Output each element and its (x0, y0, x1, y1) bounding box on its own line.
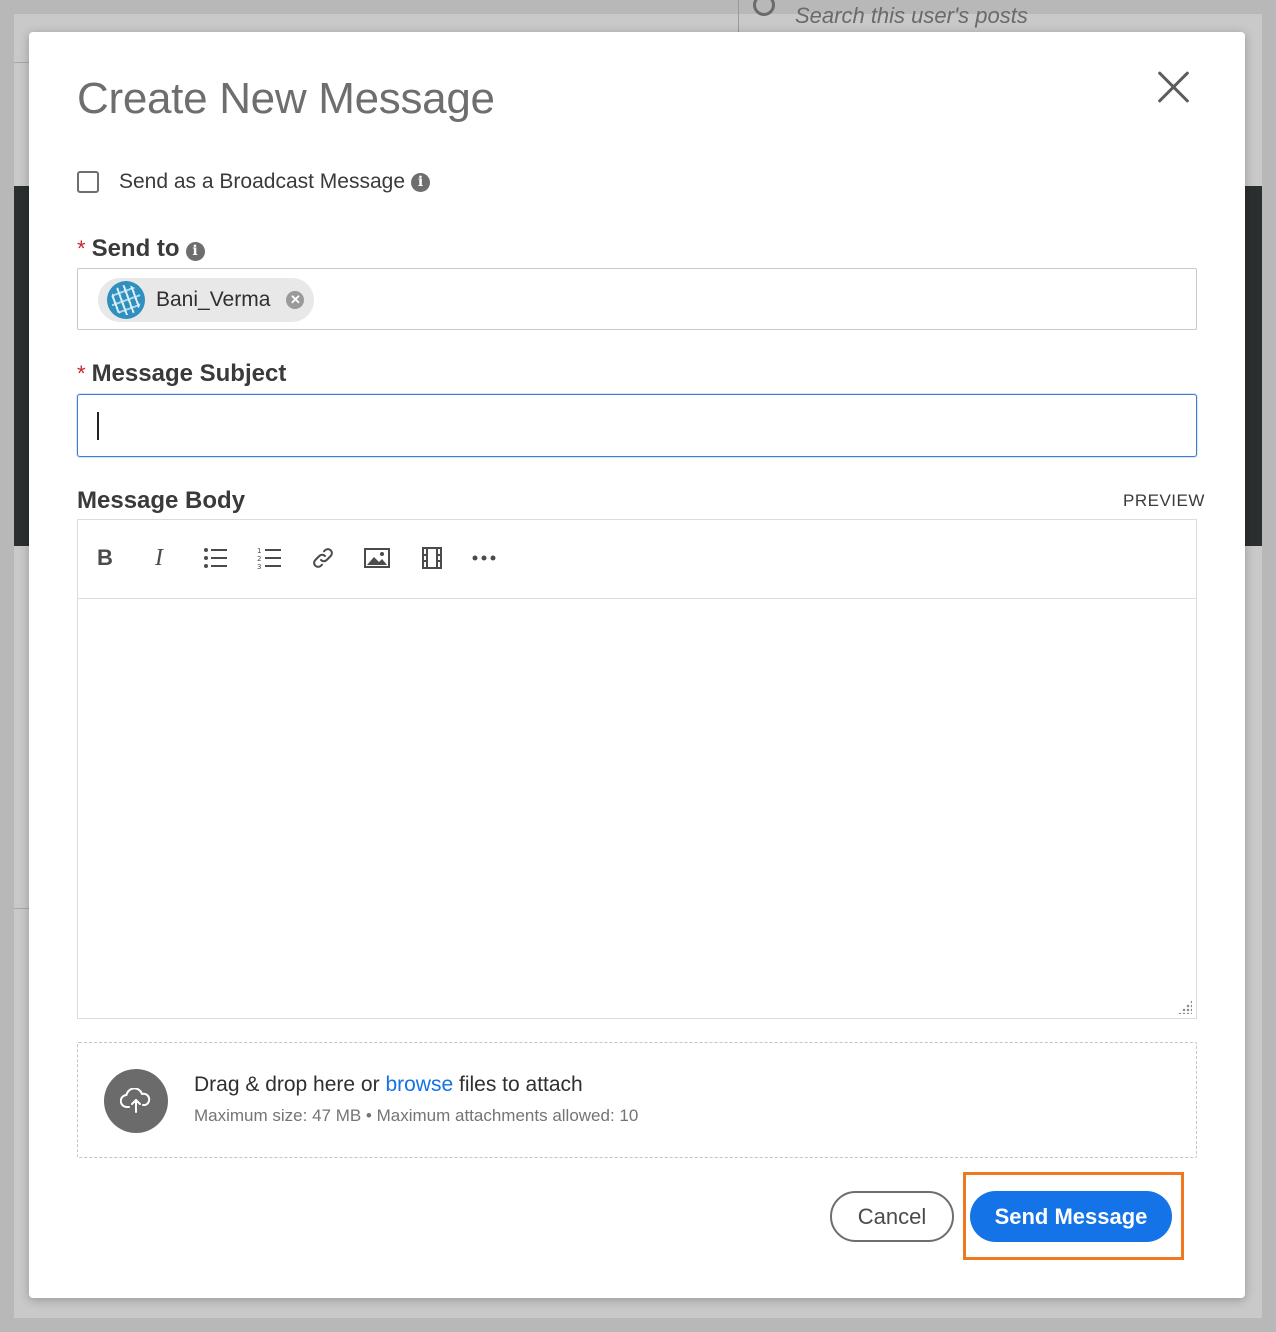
subject-label: * Message Subject (77, 360, 286, 388)
required-marker: * (77, 361, 86, 386)
broadcast-checkbox[interactable] (77, 171, 99, 193)
search-icon (753, 0, 775, 16)
dropzone-text: Drag & drop here or browse files to atta… (194, 1073, 583, 1097)
bullet-list-icon[interactable] (199, 542, 231, 574)
send-to-label-text: Send to (91, 235, 180, 262)
svg-text:1: 1 (257, 547, 261, 555)
svg-text:2: 2 (257, 555, 261, 563)
video-icon[interactable] (416, 542, 448, 574)
body-label: Message Body (77, 487, 246, 514)
browse-link[interactable]: browse (385, 1073, 453, 1096)
background-search-placeholder: Search this user's posts (795, 3, 1028, 28)
message-body-input[interactable] (78, 599, 1196, 1018)
dropzone-prefix: Drag & drop here or (194, 1073, 380, 1096)
info-icon[interactable]: i (185, 242, 205, 261)
broadcast-label: Send as a Broadcast Message (119, 170, 406, 193)
subject-input[interactable] (77, 394, 1197, 457)
text-cursor (97, 412, 99, 440)
recipient-chip: Bani_Verma ✕ (98, 278, 315, 322)
attachment-limits: Maximum size: 47 MB • Maximum attachment… (194, 1106, 639, 1125)
bold-icon[interactable]: B (89, 542, 121, 574)
dialog-title: Create New Message (77, 74, 495, 123)
info-icon[interactable]: i (411, 172, 431, 192)
attachment-dropzone[interactable]: Drag & drop here or browse files to atta… (77, 1042, 1197, 1158)
rich-text-editor: B I 123 (77, 519, 1197, 1019)
remove-recipient-icon[interactable]: ✕ (286, 291, 305, 309)
cancel-button[interactable]: Cancel (830, 1191, 954, 1242)
recipient-name: Bani_Verma (156, 288, 271, 311)
numbered-list-icon[interactable]: 123 (253, 542, 285, 574)
editor-toolbar: B I 123 (78, 520, 1196, 599)
recipient-field[interactable]: Bani_Verma ✕ (77, 268, 1197, 330)
subject-label-text: Message Subject (91, 360, 287, 387)
preview-button[interactable]: PREVIEW (1123, 491, 1205, 511)
more-icon[interactable] (468, 542, 500, 574)
background-search-input: Search this user's posts (738, 0, 1258, 32)
svg-text:3: 3 (257, 563, 261, 570)
close-icon[interactable] (1153, 68, 1193, 108)
broadcast-option: Send as a Broadcast Message i (77, 170, 431, 194)
italic-icon[interactable]: I (143, 542, 175, 574)
create-message-dialog: Create New Message Send as a Broadcast M… (29, 32, 1245, 1298)
dropzone-suffix: files to attach (459, 1073, 583, 1096)
upload-icon[interactable] (104, 1069, 168, 1133)
required-marker: * (77, 236, 86, 261)
image-icon[interactable] (361, 542, 393, 574)
highlight-annotation (963, 1172, 1184, 1260)
send-to-label: * Send to i (77, 235, 205, 263)
avatar (107, 281, 145, 319)
link-icon[interactable] (307, 542, 339, 574)
